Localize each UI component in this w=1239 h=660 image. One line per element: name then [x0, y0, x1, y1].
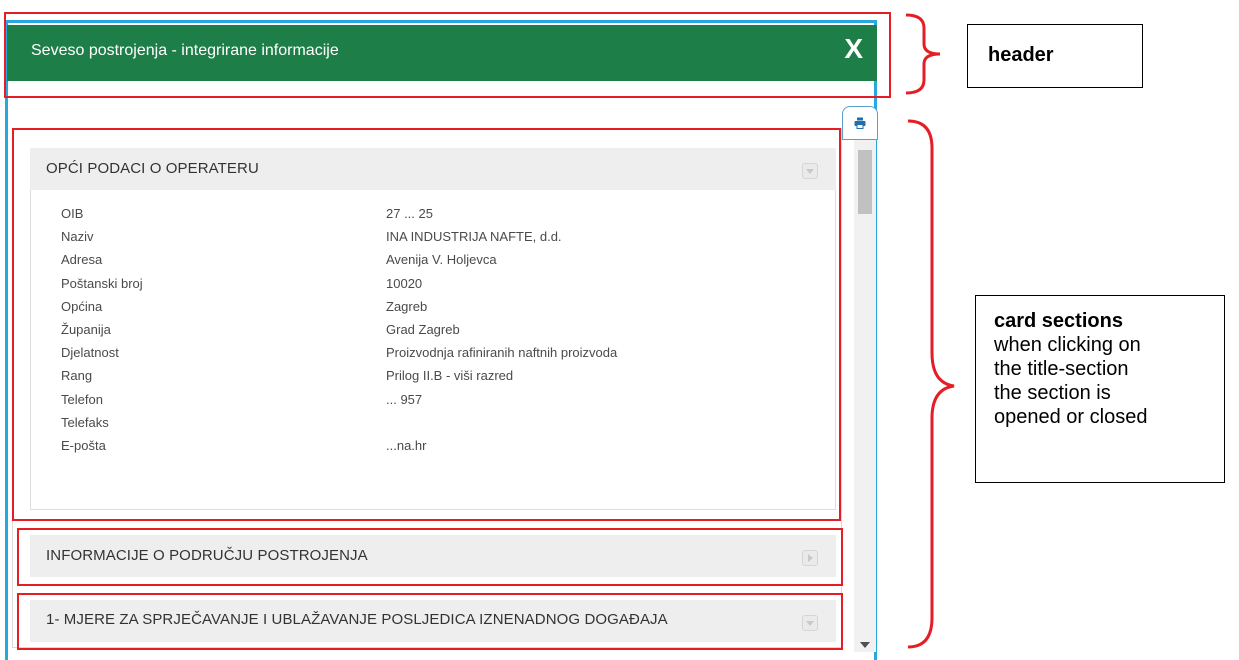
section-highlight-box — [17, 528, 843, 586]
callout-line: when clicking on — [994, 334, 1141, 356]
callout-line: the section is — [994, 382, 1111, 404]
cards-callout: card sections when clicking on the title… — [975, 295, 1225, 483]
scroll-down-arrow-icon[interactable] — [860, 642, 870, 648]
vertical-scrollbar[interactable] — [854, 140, 876, 652]
callout-line: opened or closed — [994, 406, 1148, 428]
scrollbar-thumb[interactable] — [858, 150, 872, 214]
printer-icon — [854, 117, 866, 129]
section-highlight-box — [17, 593, 843, 650]
header-highlight-box — [4, 12, 891, 98]
header-brace — [905, 13, 941, 95]
callout-title: header — [988, 44, 1054, 66]
callout-line: the title-section — [994, 358, 1129, 380]
cards-brace — [907, 119, 955, 649]
print-button[interactable] — [842, 106, 878, 140]
callout-title: card sections — [994, 310, 1123, 332]
header-callout: header — [967, 24, 1143, 88]
section-highlight-box — [12, 128, 841, 521]
